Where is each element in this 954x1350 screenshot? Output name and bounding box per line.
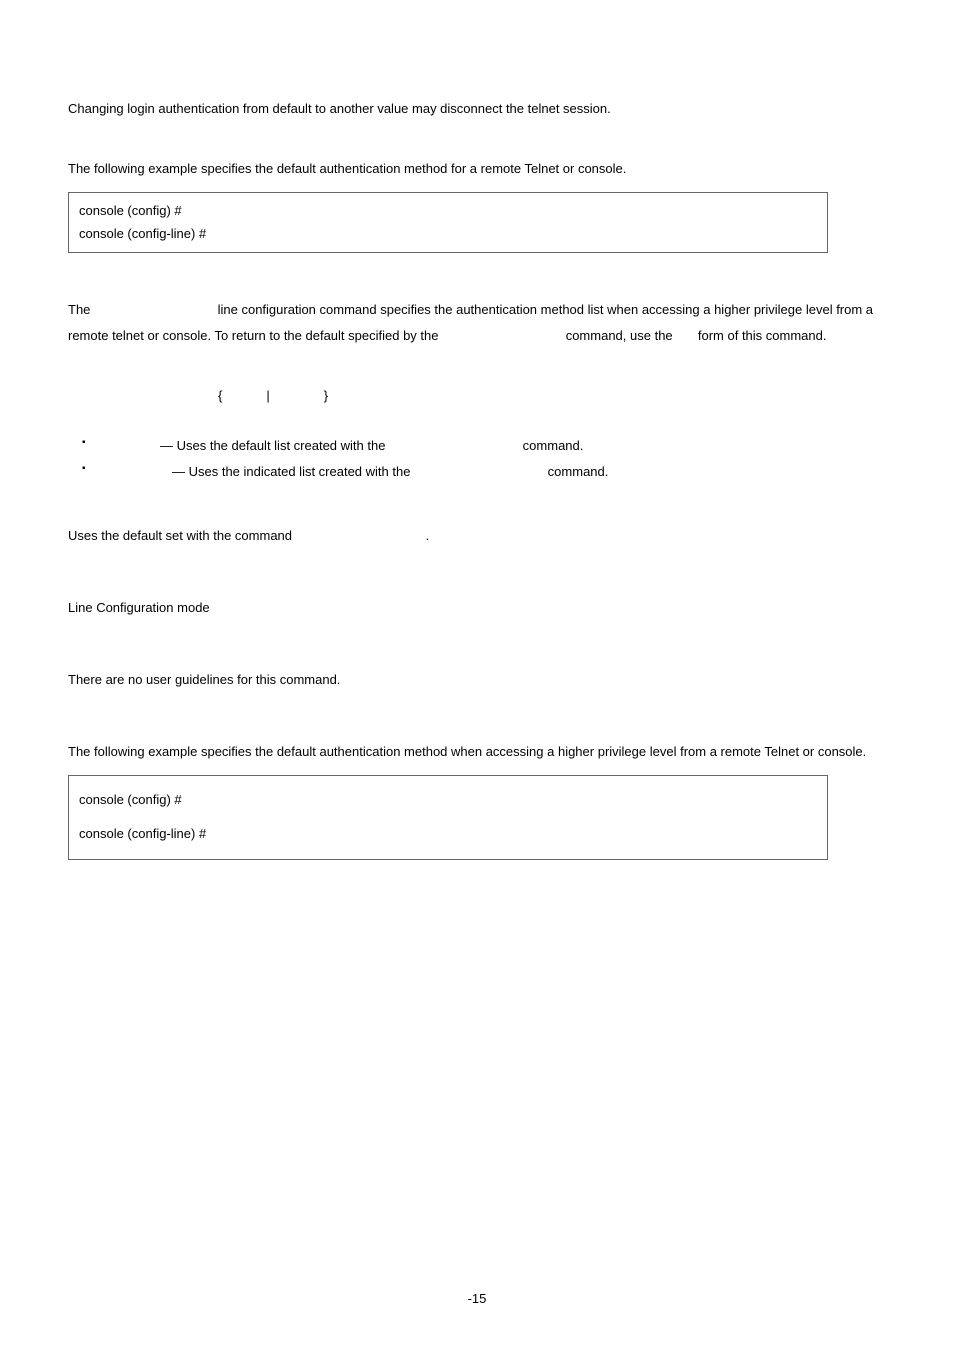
- user-guidelines-none: There are no user guidelines for this co…: [68, 667, 886, 693]
- code-line: console (config) #: [79, 199, 817, 222]
- list-item: — Uses the default list created with the…: [78, 433, 886, 459]
- brace-close: }: [324, 388, 328, 403]
- example-intro-2: The following example specifies the defa…: [68, 739, 886, 765]
- bullet-seg: command.: [544, 464, 608, 479]
- parameter-list: — Uses the default list created with the…: [78, 433, 886, 485]
- syntax-line: { |}: [68, 383, 886, 409]
- bullet-seg: — Uses the indicated list created with t…: [172, 464, 414, 479]
- default-config: Uses the default set with the command .: [68, 523, 886, 549]
- bullet-seg: command.: [519, 438, 583, 453]
- pipe: |: [266, 388, 269, 403]
- code-line: console (config) #: [79, 786, 817, 815]
- code-example-2: console (config) # console (config-line)…: [68, 775, 828, 860]
- brace-open: {: [218, 388, 222, 403]
- default-seg: Uses the default set with the command: [68, 528, 296, 543]
- bullet-seg: — Uses the default list created with the: [160, 438, 389, 453]
- command-description: The line configuration command specifies…: [68, 297, 886, 349]
- command-mode: Line Configuration mode: [68, 595, 886, 621]
- page-number: -15: [0, 1286, 954, 1312]
- code-line: console (config-line) #: [79, 820, 817, 849]
- desc-seg: The: [68, 302, 94, 317]
- user-guidelines-text: Changing login authentication from defau…: [68, 96, 886, 122]
- example-intro-1: The following example specifies the defa…: [68, 156, 886, 182]
- code-example-1: console (config) # console (config-line)…: [68, 192, 828, 253]
- desc-seg: form of this command.: [694, 328, 826, 343]
- code-line: console (config-line) #: [79, 222, 817, 245]
- default-seg: .: [426, 528, 430, 543]
- desc-seg: command, use the: [562, 328, 676, 343]
- list-item: — Uses the indicated list created with t…: [78, 459, 886, 485]
